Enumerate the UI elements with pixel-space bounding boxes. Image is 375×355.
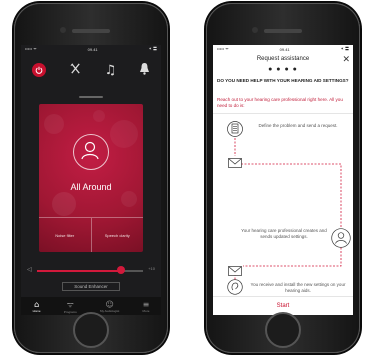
bell-icon[interactable] bbox=[139, 62, 150, 79]
tab-more[interactable]: ≡ More bbox=[143, 300, 150, 313]
person-icon: ☺ bbox=[105, 299, 114, 309]
tab-programs[interactable]: ᯤ Programs bbox=[64, 299, 77, 314]
tab-my-audiologist[interactable]: ☺ My Audiologist bbox=[100, 300, 119, 313]
progress-dots: ● ● ● ● bbox=[268, 66, 298, 73]
envelope-icon bbox=[228, 266, 242, 276]
speaker-icon: ◁ bbox=[27, 267, 32, 273]
status-bar: ••••• ᯤ 09.41 ✶ 〓 bbox=[213, 45, 353, 53]
professional-icon bbox=[331, 228, 351, 248]
menu-icon: ≡ bbox=[142, 299, 150, 309]
camera bbox=[252, 27, 258, 33]
request-assistance-screen: ••••• ᯤ 09.41 ✶ 〓 Request assistance ✕ ●… bbox=[213, 45, 353, 315]
earpiece bbox=[264, 29, 302, 33]
divider bbox=[213, 113, 353, 114]
close-icon[interactable]: ✕ bbox=[342, 54, 350, 65]
status-time: 09.41 bbox=[279, 46, 290, 52]
document-icon bbox=[227, 121, 243, 137]
intro-text: Reach out to your hearing care professio… bbox=[217, 97, 343, 108]
top-toolbar: ♫ bbox=[21, 57, 161, 83]
question-heading: DO YOU NEED HELP WITH YOUR HEARING AID S… bbox=[217, 78, 349, 83]
power-icon[interactable] bbox=[32, 63, 47, 77]
status-carrier: ••••• ᯤ bbox=[25, 46, 37, 51]
process-flow: Define the problem and send a request. Y… bbox=[213, 116, 353, 296]
volume-thumb[interactable] bbox=[116, 266, 125, 274]
step-1-text: Define the problem and send a request. bbox=[258, 123, 338, 128]
phone-right: ••••• ᯤ 09.41 ✶ 〓 Request assistance ✕ ●… bbox=[206, 3, 360, 353]
status-time: 09.41 bbox=[87, 46, 98, 52]
step-2-text: Your hearing care professional creates a… bbox=[241, 228, 327, 239]
tab-home[interactable]: ⌂ Home bbox=[33, 300, 41, 313]
wifi-icon: ᯤ bbox=[66, 299, 74, 309]
sound-enhancer-button[interactable]: Sound Enhancer bbox=[62, 282, 120, 291]
camera bbox=[60, 27, 66, 33]
tab-label: Home bbox=[32, 308, 41, 313]
sound-enhancer-label: Sound Enhancer bbox=[74, 284, 108, 289]
speech-clarity-option[interactable]: Speech clarity bbox=[92, 218, 144, 252]
home-icon: ⌂ bbox=[34, 299, 40, 309]
program-options: Noise filter Speech clarity bbox=[39, 217, 143, 252]
hearing-aid-home-screen: ••••• ᯤ 09.41 ✶ 〓 ♫ All Around Noise fil… bbox=[21, 45, 161, 315]
volume-slider[interactable]: ◁ +10 bbox=[27, 266, 155, 276]
home-button[interactable] bbox=[265, 312, 301, 348]
tab-label: My Audiologist bbox=[100, 308, 120, 313]
volume-fill bbox=[37, 270, 121, 272]
status-battery: ✶ 〓 bbox=[340, 46, 349, 51]
status-battery: ✶ 〓 bbox=[148, 46, 157, 51]
envelope-icon bbox=[228, 158, 242, 168]
music-note-icon[interactable]: ♫ bbox=[104, 63, 116, 78]
program-card[interactable]: All Around Noise filter Speech clarity bbox=[39, 104, 143, 252]
drag-handle[interactable] bbox=[79, 96, 103, 98]
all-around-icon bbox=[73, 134, 109, 170]
status-carrier: ••••• ᯤ bbox=[217, 46, 229, 51]
status-bar: ••••• ᯤ 09.41 ✶ 〓 bbox=[21, 45, 161, 53]
hearing-aid-icon bbox=[227, 279, 243, 295]
program-name: All Around bbox=[70, 182, 112, 192]
home-button[interactable] bbox=[73, 312, 109, 348]
step-3-text: You receive and install the new settings… bbox=[250, 282, 346, 293]
fork-knife-icon[interactable] bbox=[69, 62, 82, 79]
tab-label: More bbox=[142, 308, 150, 313]
tab-label: Programs bbox=[63, 309, 77, 314]
noise-filter-option[interactable]: Noise filter bbox=[39, 218, 92, 252]
volume-max-label: +10 bbox=[148, 266, 155, 271]
page-title: Request assistance bbox=[256, 56, 310, 62]
earpiece bbox=[72, 29, 110, 33]
phone-left: ••••• ᯤ 09.41 ✶ 〓 ♫ All Around Noise fil… bbox=[14, 3, 168, 353]
